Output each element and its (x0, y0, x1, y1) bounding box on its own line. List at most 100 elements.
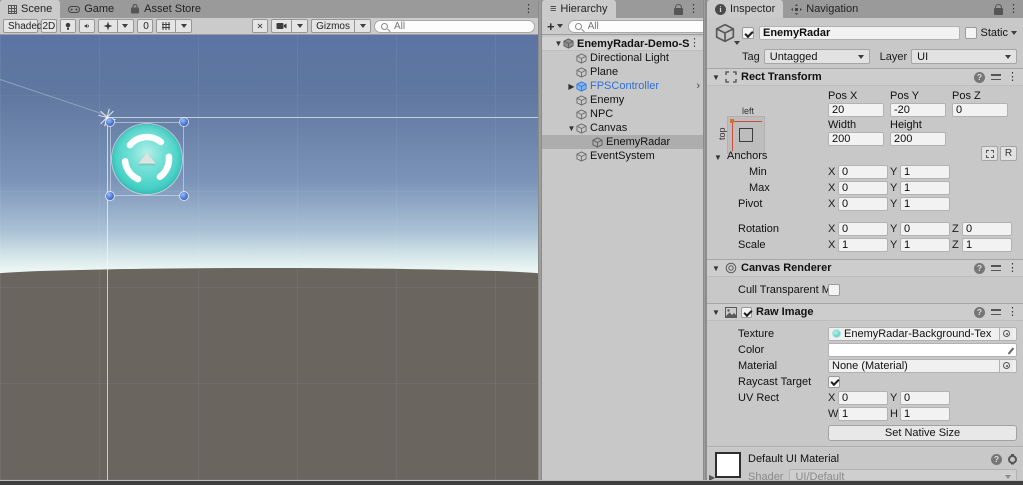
inspector-panel-menu-icon[interactable]: ⋮ (1008, 4, 1019, 15)
static-checkbox[interactable] (965, 27, 977, 39)
active-checkbox[interactable] (742, 27, 754, 39)
anchors-foldout[interactable]: Anchors (707, 150, 828, 162)
scene-viewport[interactable] (0, 35, 538, 480)
anchor-min-y-field[interactable] (900, 165, 950, 179)
raw-image-header[interactable]: ▼ Raw Image ? ⋮ (707, 303, 1023, 321)
help-icon[interactable]: ? (974, 307, 985, 318)
tab-asset-store[interactable]: Asset Store (122, 0, 209, 18)
scene-camera-button[interactable] (271, 19, 292, 33)
rotation-x-field[interactable] (838, 222, 888, 236)
anchor-preset-box[interactable] (727, 116, 765, 154)
hierarchy-item-enemy[interactable]: Enemy (542, 93, 703, 107)
component-menu-icon[interactable]: ⋮ (1007, 263, 1018, 274)
material-thumbnail[interactable] (715, 452, 741, 478)
width-field[interactable] (828, 132, 884, 146)
gear-icon[interactable] (1008, 455, 1017, 464)
object-picker-button[interactable] (999, 327, 1013, 341)
raw-edit-mode-button[interactable]: R (1000, 146, 1017, 161)
uv-h-field[interactable] (900, 407, 950, 421)
presets-icon[interactable] (991, 73, 1001, 81)
eyedropper-icon[interactable] (1002, 345, 1015, 356)
grid-visibility-button[interactable] (156, 19, 176, 33)
rect-transform-header[interactable]: ▼ Rect Transform ? ⋮ (707, 68, 1023, 86)
layer-dropdown[interactable]: UI (911, 49, 1017, 64)
tab-navigation[interactable]: Navigation (783, 0, 866, 18)
height-field[interactable] (890, 132, 946, 146)
component-menu-icon[interactable]: ⋮ (1007, 72, 1018, 83)
foldout-icon[interactable]: ▶ (567, 82, 576, 91)
tab-scene[interactable]: Scene (0, 0, 60, 18)
hierarchy-panel-menu-icon[interactable]: ⋮ (688, 4, 699, 15)
hierarchy-search-input[interactable] (586, 20, 722, 33)
component-enabled-checkbox[interactable] (741, 307, 752, 318)
hierarchy-item-plane[interactable]: Plane (542, 65, 703, 79)
set-native-size-button[interactable]: Set Native Size (828, 425, 1017, 441)
scale-x-field[interactable] (838, 238, 888, 252)
foldout-icon[interactable]: ▼ (712, 264, 721, 273)
help-icon[interactable]: ? (974, 72, 985, 83)
texture-object-field[interactable]: EnemyRadar-Background-Tex (828, 327, 1017, 341)
hierarchy-item-eventsystem[interactable]: EventSystem (542, 149, 703, 163)
hierarchy-item-enemyradar[interactable]: EnemyRadar (542, 135, 703, 149)
foldout-icon[interactable]: ▼ (567, 124, 576, 133)
static-control[interactable]: Static (965, 27, 1017, 39)
scene-effects-dropdown[interactable] (118, 19, 134, 33)
pivot-x-field[interactable] (838, 197, 888, 211)
hierarchy-item-canvas[interactable]: ▼ Canvas (542, 121, 703, 135)
rotation-z-field[interactable] (962, 222, 1012, 236)
scene-effects-button[interactable] (98, 19, 118, 33)
pos-y-field[interactable] (890, 103, 946, 117)
anchor-max-y-field[interactable] (900, 181, 950, 195)
gameobject-big-icon[interactable] (713, 21, 737, 45)
foldout-icon[interactable]: ▼ (554, 39, 563, 48)
pos-x-field[interactable] (828, 103, 884, 117)
pos-z-field[interactable] (952, 103, 1008, 117)
scene-row-menu-icon[interactable]: ⋮ (689, 38, 703, 49)
canvas-renderer-header[interactable]: ▼ Canvas Renderer ? ⋮ (707, 259, 1023, 277)
foldout-icon[interactable]: ▼ (712, 73, 721, 82)
cull-transparent-mesh-checkbox[interactable] (828, 284, 840, 296)
blueprint-mode-button[interactable] (981, 146, 998, 161)
rotation-y-field[interactable] (900, 222, 950, 236)
grid-settings-dropdown[interactable] (176, 19, 192, 33)
foldout-icon[interactable]: ▼ (712, 308, 721, 317)
scale-z-field[interactable] (962, 238, 1012, 252)
gameobject-name-field[interactable] (759, 26, 960, 40)
pivot-y-field[interactable] (900, 197, 950, 211)
selection-handle-bottom-left[interactable] (106, 192, 114, 200)
component-menu-icon[interactable]: ⋮ (1007, 307, 1018, 318)
selection-handle-top-left[interactable] (106, 118, 114, 126)
shading-mode-dropdown[interactable]: Shaded (3, 19, 38, 33)
uv-y-field[interactable] (900, 391, 950, 405)
hierarchy-item-directional-light[interactable]: Directional Light (542, 51, 703, 65)
gizmos-dropdown[interactable]: Gizmos (311, 19, 355, 33)
scene-camera-dropdown[interactable] (292, 19, 308, 33)
presets-icon[interactable] (991, 308, 1001, 316)
scale-y-field[interactable] (900, 238, 950, 252)
selection-handle-top-right[interactable] (180, 118, 188, 126)
anchor-preset-widget[interactable]: left top (717, 106, 777, 154)
hierarchy-item-npc[interactable]: NPC (542, 107, 703, 121)
create-object-button[interactable]: + (545, 20, 565, 33)
tab-hierarchy[interactable]: ≡ Hierarchy (542, 0, 616, 18)
scene-lighting-button[interactable] (60, 19, 76, 33)
raycast-target-checkbox[interactable] (828, 376, 840, 388)
prefab-open-chevron[interactable]: › (696, 80, 703, 92)
help-icon[interactable]: ? (974, 263, 985, 274)
lock-icon[interactable] (994, 8, 1003, 15)
scene-audio-button[interactable] (79, 19, 95, 33)
tag-dropdown[interactable]: Untagged (764, 49, 870, 64)
tab-inspector[interactable]: i Inspector (707, 0, 783, 18)
scene-tools-button[interactable] (252, 19, 268, 33)
object-picker-button[interactable] (999, 359, 1013, 373)
tab-game[interactable]: Game (60, 0, 122, 18)
hierarchy-scene-row[interactable]: ▼ EnemyRadar-Demo-Scene ⋮ (542, 37, 703, 51)
scene-visibility-button[interactable]: 0 (137, 19, 153, 33)
scene-panel-menu-icon[interactable]: ⋮ (523, 4, 534, 15)
uv-w-field[interactable] (838, 407, 888, 421)
anchor-min-x-field[interactable] (838, 165, 888, 179)
selection-handle-bottom-right[interactable] (180, 192, 188, 200)
toggle-2d-button[interactable]: 2D (41, 19, 57, 33)
enemy-radar-widget[interactable] (112, 124, 182, 194)
gizmos-caret[interactable] (355, 19, 371, 33)
